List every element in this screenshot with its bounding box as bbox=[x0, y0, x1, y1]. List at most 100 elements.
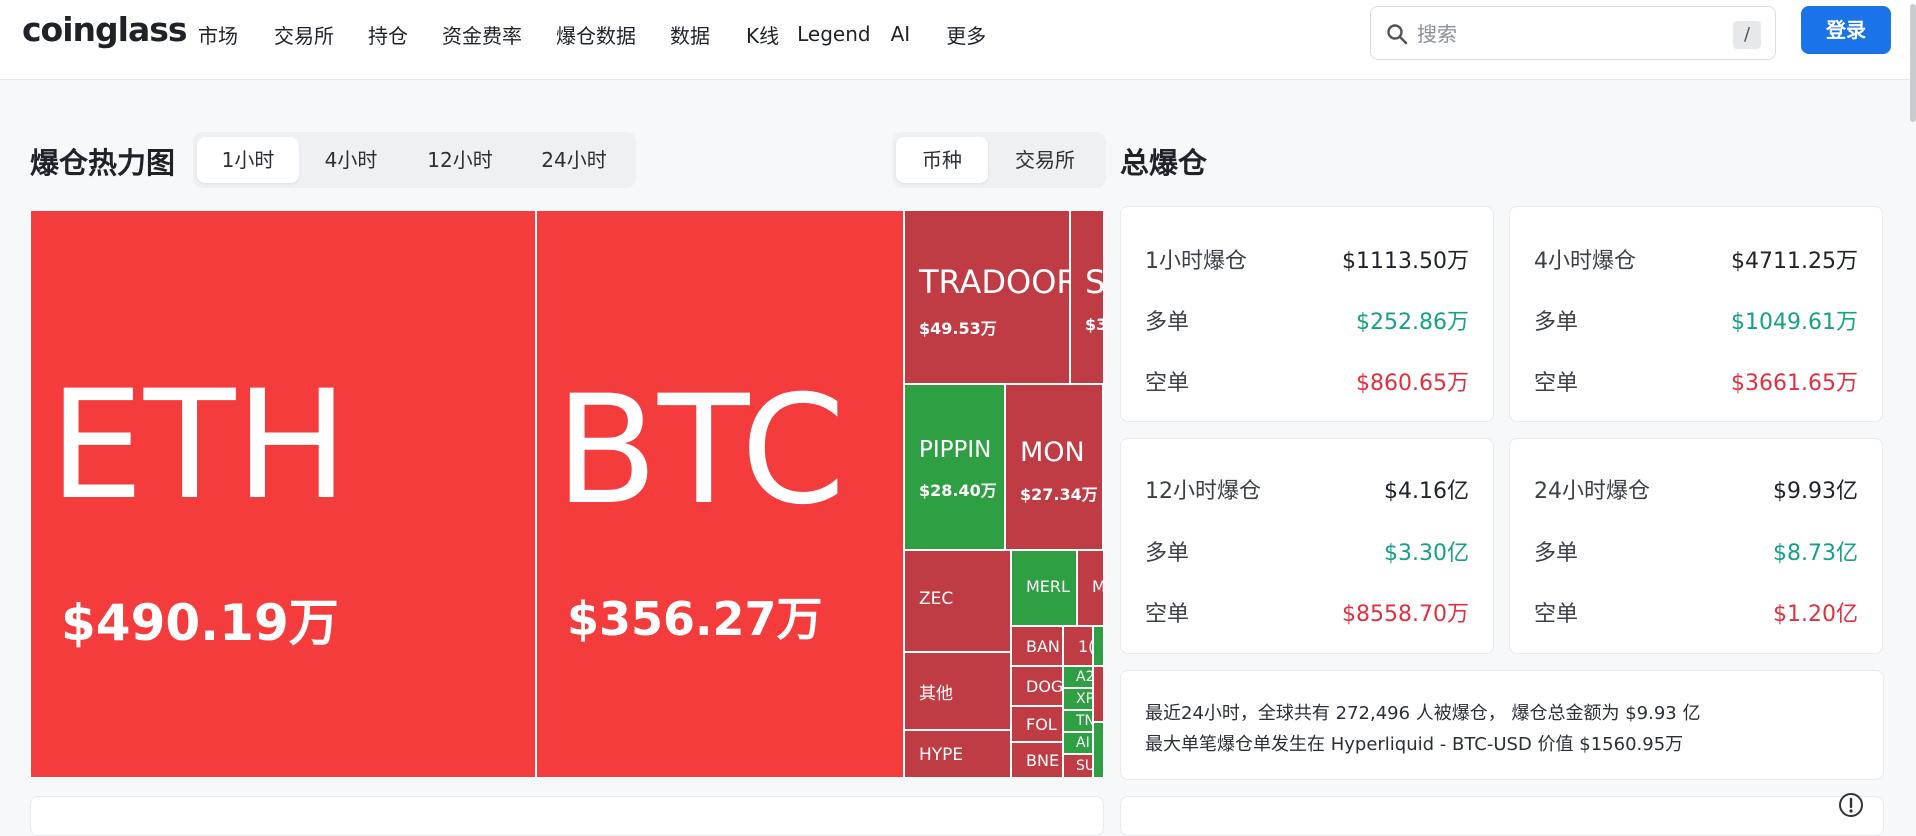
heatmap-tile-a2[interactable]: A2 bbox=[1063, 666, 1093, 688]
tile-symbol: XP bbox=[1076, 691, 1093, 707]
heatmap-tile-small-green[interactable] bbox=[1093, 626, 1104, 666]
heatmap-tile-fol[interactable]: FOL bbox=[1011, 706, 1063, 742]
tile-symbol: DOG bbox=[1026, 677, 1063, 696]
tile-value: $28.40万 bbox=[919, 481, 997, 500]
heatmap-tile-eth[interactable]: ETH $490.19万 bbox=[30, 210, 536, 778]
nav-data[interactable]: 数据 bbox=[670, 20, 710, 49]
heatmap-tile-s[interactable]: S $3 bbox=[1070, 210, 1104, 384]
tile-symbol: AI bbox=[1076, 735, 1090, 751]
heatmap-tile-one[interactable]: 1( bbox=[1063, 626, 1093, 666]
tab-24h[interactable]: 24小时 bbox=[517, 137, 631, 183]
coinglass-logo[interactable]: coinglass bbox=[22, 10, 188, 49]
tile-symbol: HYPE bbox=[919, 745, 964, 765]
card-24h-liquidation: 24小时爆仓 $9.93亿 多单 $8.73亿 空单 $1.20亿 bbox=[1509, 438, 1883, 654]
heatmap-title: 爆仓热力图 bbox=[30, 146, 176, 180]
heatmap-tile-btc[interactable]: BTC $356.27万 bbox=[536, 210, 904, 778]
long-value: $8.73亿 bbox=[1773, 541, 1858, 566]
heatmap-tile-ban[interactable]: BAN bbox=[1011, 626, 1063, 666]
time-range-tabs: 1小时 4小时 12小时 24小时 bbox=[193, 132, 636, 188]
nav-kline[interactable]: K线 bbox=[746, 20, 779, 49]
heatmap-tile-m[interactable]: M bbox=[1077, 550, 1104, 626]
heatmap-tile-su[interactable]: SU bbox=[1063, 754, 1093, 778]
tile-symbol: BNE bbox=[1026, 751, 1060, 770]
total-value: $4.16亿 bbox=[1384, 479, 1469, 504]
nav-funding-rate[interactable]: 资金费率 bbox=[442, 20, 522, 49]
search-shortcut-badge: / bbox=[1733, 21, 1761, 49]
summary-line-1: 最近24小时，全球共有 272,496 人被爆仓， 爆仓总金额为 $9.93 亿 bbox=[1145, 703, 1701, 724]
nav-open-interest[interactable]: 持仓 bbox=[368, 20, 408, 49]
heatmap-tile-ai[interactable]: AI bbox=[1063, 732, 1093, 754]
card-4h-liquidation: 4小时爆仓 $4711.25万 多单 $1049.61万 空单 $3661.65万 bbox=[1509, 206, 1883, 422]
tile-symbol: SU bbox=[1076, 758, 1092, 774]
short-label: 空单 bbox=[1145, 371, 1190, 396]
search-input[interactable] bbox=[1415, 17, 1719, 51]
heatmap-tile-doge[interactable]: DOG bbox=[1011, 666, 1063, 706]
tile-symbol: TRADOOR bbox=[919, 263, 1070, 301]
heatmap-tile-xp[interactable]: XP bbox=[1063, 688, 1093, 710]
tile-value: $49.53万 bbox=[919, 319, 997, 338]
long-label: 多单 bbox=[1145, 310, 1190, 335]
tab-1h[interactable]: 1小时 bbox=[197, 137, 299, 183]
tile-symbol: S bbox=[1085, 263, 1104, 301]
short-label: 空单 bbox=[1534, 371, 1579, 396]
heatmap-tile-tn[interactable]: TN bbox=[1063, 710, 1093, 732]
tab-by-coin[interactable]: 币种 bbox=[896, 137, 988, 183]
total-value: $9.93亿 bbox=[1773, 479, 1858, 504]
card-12h-liquidation: 12小时爆仓 $4.16亿 多单 $3.30亿 空单 $8558.70万 bbox=[1120, 438, 1494, 654]
nav-liquidation-data[interactable]: 爆仓数据 bbox=[556, 20, 636, 49]
heatmap-tile-small[interactable] bbox=[1093, 666, 1104, 722]
tile-symbol: TN bbox=[1076, 713, 1092, 729]
short-value: $8558.70万 bbox=[1342, 602, 1469, 627]
feedback-icon[interactable] bbox=[1836, 790, 1866, 820]
nav-legend[interactable]: Legend bbox=[797, 22, 870, 46]
tile-value: $27.34万 bbox=[1020, 485, 1098, 504]
total-liquidation-title: 总爆仓 bbox=[1120, 146, 1208, 180]
card-1h-liquidation: 1小时爆仓 $1113.50万 多单 $252.86万 空单 $860.65万 bbox=[1120, 206, 1494, 422]
tile-symbol: BTC bbox=[555, 364, 846, 538]
next-section-card bbox=[1120, 796, 1884, 836]
tile-value: $3 bbox=[1085, 315, 1103, 334]
heatmap-tile-other[interactable]: 其他 bbox=[904, 652, 1011, 730]
heatmap-tile-zec[interactable]: ZEC bbox=[904, 550, 1011, 652]
long-value: $3.30亿 bbox=[1384, 541, 1469, 566]
next-section-card bbox=[30, 796, 1104, 836]
tab-12h[interactable]: 12小时 bbox=[403, 137, 517, 183]
short-value: $3661.65万 bbox=[1731, 371, 1858, 396]
tile-symbol: FOL bbox=[1026, 715, 1057, 734]
tile-symbol: ZEC bbox=[919, 589, 954, 609]
tile-symbol: MERL bbox=[1026, 577, 1070, 596]
tile-symbol: BAN bbox=[1026, 637, 1060, 656]
tile-symbol: PIPPIN bbox=[919, 437, 992, 463]
search-icon bbox=[1387, 24, 1408, 45]
liquidation-heatmap: ETH $490.19万 BTC $356.27万 TRADOOR $49.53… bbox=[30, 210, 1104, 778]
tile-symbol: 1( bbox=[1078, 637, 1093, 656]
short-label: 空单 bbox=[1145, 602, 1190, 627]
nav-market[interactable]: 市场 bbox=[198, 20, 238, 49]
page-scrollbar[interactable] bbox=[1910, 4, 1916, 122]
heatmap-tile-small[interactable] bbox=[1103, 384, 1104, 550]
short-label: 空单 bbox=[1534, 602, 1579, 627]
search-box[interactable]: / bbox=[1370, 6, 1776, 60]
heatmap-tile-merl[interactable]: MERL bbox=[1011, 550, 1077, 626]
main-nav: 市场 交易所 持仓 资金费率 爆仓数据 数据 K线 Legend AI 更多 bbox=[198, 18, 986, 50]
heatmap-tile-bnb[interactable]: BNE bbox=[1011, 742, 1063, 778]
short-value: $1.20亿 bbox=[1773, 602, 1858, 627]
tile-symbol: M bbox=[1092, 577, 1103, 596]
short-value: $860.65万 bbox=[1356, 371, 1469, 396]
nav-ai[interactable]: AI bbox=[891, 22, 911, 46]
card-label: 24小时爆仓 bbox=[1534, 479, 1650, 504]
nav-exchanges[interactable]: 交易所 bbox=[274, 20, 334, 49]
heatmap-tile-small-green[interactable] bbox=[1093, 722, 1104, 778]
nav-more[interactable]: 更多 bbox=[946, 20, 986, 49]
top-header: coinglass 市场 交易所 持仓 资金费率 爆仓数据 数据 K线 Lege… bbox=[0, 0, 1916, 122]
login-button[interactable]: 登录 bbox=[1801, 6, 1891, 54]
tab-4h[interactable]: 4小时 bbox=[299, 137, 403, 183]
tile-value: $490.19万 bbox=[61, 594, 339, 652]
heatmap-tile-hype[interactable]: HYPE bbox=[904, 730, 1011, 778]
tab-by-exchange[interactable]: 交易所 bbox=[988, 137, 1102, 183]
heatmap-tile-mon[interactable]: MON $27.34万 bbox=[1005, 384, 1103, 550]
long-label: 多单 bbox=[1145, 541, 1190, 566]
heatmap-tile-tradoor[interactable]: TRADOOR $49.53万 bbox=[904, 210, 1070, 384]
heatmap-tile-pippin[interactable]: PIPPIN $28.40万 bbox=[904, 384, 1005, 550]
tile-symbol: MON bbox=[1020, 437, 1085, 468]
